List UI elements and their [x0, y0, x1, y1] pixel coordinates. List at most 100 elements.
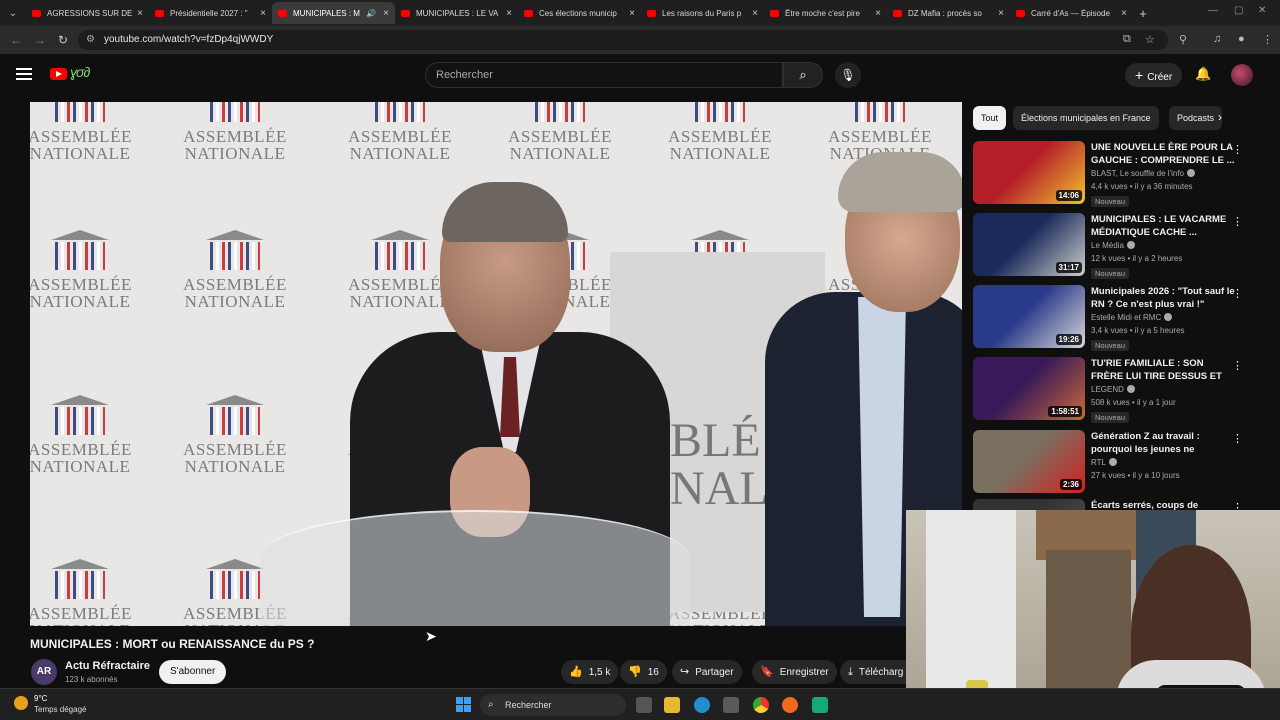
- firefox-browser-icon[interactable]: [782, 697, 798, 713]
- recommended-video[interactable]: Écarts serrés, coups de ⋮: [973, 499, 1273, 510]
- store-icon[interactable]: [723, 697, 739, 713]
- address-bar[interactable]: ⚙ youtube.com/watch?v=fzDp4qjWWDY: [78, 30, 1168, 50]
- video-thumbnail[interactable]: 31:17: [973, 213, 1085, 276]
- close-tab-icon[interactable]: ×: [998, 8, 1004, 19]
- site-info-icon[interactable]: ⚙: [86, 30, 95, 50]
- close-tab-icon[interactable]: ×: [137, 8, 143, 19]
- browser-menu-icon[interactable]: ⋮: [1262, 33, 1273, 46]
- video-thumbnail[interactable]: 14:06: [973, 141, 1085, 204]
- recommended-video-channel[interactable]: RTL: [1091, 458, 1117, 467]
- browser-tab[interactable]: Les raisons du Paris p ×: [641, 2, 764, 24]
- close-tab-icon[interactable]: ×: [629, 8, 635, 19]
- close-window-icon[interactable]: ✕: [1258, 5, 1266, 16]
- recommended-video-title[interactable]: Écarts serrés, coups de: [1091, 499, 1236, 510]
- recommended-video-title[interactable]: Génération Z au travail : pourquoi les j…: [1091, 430, 1236, 456]
- browser-tab[interactable]: Présidentielle 2027 : " ×: [149, 2, 272, 24]
- forward-icon[interactable]: →: [34, 33, 46, 47]
- recommended-video-channel[interactable]: LEGEND: [1091, 385, 1135, 394]
- bookmark-star-icon[interactable]: ☆: [1145, 33, 1155, 46]
- recommended-video[interactable]: 14:06 UNE NOUVELLE ÈRE POUR LA GAUCHE : C…: [973, 141, 1273, 207]
- close-tab-icon[interactable]: ×: [1121, 8, 1127, 19]
- download-button[interactable]: ⤓ Télécharg: [840, 660, 906, 684]
- recommended-video[interactable]: 2:36 Génération Z au travail : pourquoi l…: [973, 430, 1273, 496]
- chip-municipal-elections[interactable]: Élections municipales en France: [1013, 106, 1159, 130]
- browser-tab[interactable]: Ces élections municip ×: [518, 2, 641, 24]
- verified-icon: [1126, 385, 1135, 393]
- recommended-video-title[interactable]: MUNICIPALES : LE VACARME MÉDIATIQUE CACH…: [1091, 213, 1236, 239]
- recommended-video-channel[interactable]: BLAST, Le souffle de l'info: [1091, 169, 1195, 178]
- close-tab-icon[interactable]: ×: [260, 8, 266, 19]
- chevron-right-icon[interactable]: ›: [1218, 110, 1222, 124]
- windows-start-icon[interactable]: [456, 697, 471, 712]
- media-controls-icon[interactable]: ♫: [1213, 33, 1221, 45]
- youtube-logo[interactable]: [50, 68, 67, 80]
- browser-tab[interactable]: DZ Mafia : procès so ×: [887, 2, 1010, 24]
- channel-name[interactable]: Actu Réfractaire: [65, 660, 150, 672]
- weather-sun-icon[interactable]: [14, 696, 28, 710]
- sign-word: ASSEMBLÉE: [183, 440, 287, 459]
- more-options-icon[interactable]: ⋮: [1232, 501, 1243, 510]
- file-explorer-icon[interactable]: [664, 697, 680, 713]
- weather-description[interactable]: Temps dégagé: [34, 705, 86, 714]
- create-button[interactable]: + Créer: [1125, 63, 1183, 87]
- browser-tab[interactable]: Être moche c'est pire ×: [764, 2, 887, 24]
- close-tab-icon[interactable]: ×: [383, 8, 389, 19]
- video-thumbnail[interactable]: 1:58:51: [973, 357, 1085, 420]
- recommended-video-title[interactable]: UNE NOUVELLE ÈRE POUR LA GAUCHE : COMPRE…: [1091, 141, 1236, 167]
- youtube-doodle-logo[interactable]: ɣσ∂: [70, 64, 90, 80]
- more-options-icon[interactable]: ⋮: [1232, 143, 1243, 156]
- recommended-video-channel[interactable]: Estelle Midi et RMC: [1091, 313, 1173, 322]
- search-input[interactable]: Rechercher: [425, 62, 783, 88]
- share-button[interactable]: ↪ Partager: [672, 660, 742, 684]
- video-player[interactable]: ASSEMBLÉE NATIONALE ASSEMBLÉE NATIONALE ASSE…: [30, 102, 962, 626]
- account-avatar[interactable]: [1231, 64, 1253, 86]
- task-view-icon[interactable]: [636, 697, 652, 713]
- browser-tab[interactable]: Carré d'As — Épisode ×: [1010, 2, 1133, 24]
- browser-tab[interactable]: AGRESSIONS SUR DE ×: [26, 2, 149, 24]
- close-tab-icon[interactable]: ×: [752, 8, 758, 19]
- back-icon[interactable]: ←: [10, 33, 22, 47]
- browser-tab[interactable]: MUNICIPALES : LE VA ×: [395, 2, 518, 24]
- recommended-video-title[interactable]: Municipales 2026 : "Tout sauf le RN ? Ce…: [1091, 285, 1236, 311]
- recommended-video-title[interactable]: TU'RIE FAMILIALE : SON FRÈRE LUI TIRE DE…: [1091, 357, 1236, 383]
- tab-search-icon[interactable]: ⌄: [0, 0, 26, 26]
- maximize-icon[interactable]: ▢: [1234, 5, 1243, 16]
- notifications-bell-icon[interactable]: 🔔: [1195, 66, 1211, 82]
- recommended-video[interactable]: 1:58:51 TU'RIE FAMILIALE : SON FRÈRE LUI …: [973, 357, 1273, 423]
- app-icon[interactable]: [812, 697, 828, 713]
- taskbar-search[interactable]: ⌕ Rechercher: [480, 694, 626, 716]
- recommended-video[interactable]: 19:26 Municipales 2026 : "Tout sauf le RN…: [973, 285, 1273, 351]
- dislike-button[interactable]: 👎 16: [620, 660, 667, 684]
- extensions-icon[interactable]: ⚲: [1179, 33, 1187, 46]
- subscribe-button[interactable]: S'abonner: [159, 660, 227, 684]
- video-thumbnail[interactable]: [973, 499, 1085, 510]
- channel-avatar[interactable]: AR: [31, 659, 57, 685]
- chip-podcasts[interactable]: Podcasts: [1169, 106, 1223, 130]
- more-options-icon[interactable]: ⋮: [1232, 215, 1243, 228]
- cast-icon[interactable]: ⧉: [1123, 33, 1131, 46]
- weather-temperature[interactable]: 9°C: [34, 694, 47, 703]
- edge-browser-icon[interactable]: [694, 697, 710, 713]
- recommended-video-channel[interactable]: Le Média: [1091, 241, 1135, 250]
- chip-all[interactable]: Tout: [973, 106, 1007, 130]
- minimize-icon[interactable]: —: [1208, 5, 1218, 16]
- more-options-icon[interactable]: ⋮: [1232, 359, 1243, 372]
- search-button[interactable]: ⌕: [783, 62, 823, 88]
- recommended-video[interactable]: 31:17 MUNICIPALES : LE VACARME MÉDIATIQUE…: [973, 213, 1273, 279]
- more-options-icon[interactable]: ⋮: [1232, 287, 1243, 300]
- close-tab-icon[interactable]: ×: [875, 8, 881, 19]
- video-thumbnail[interactable]: 2:36: [973, 430, 1085, 493]
- audio-playing-icon[interactable]: 🔊: [366, 9, 376, 18]
- close-tab-icon[interactable]: ×: [506, 8, 512, 19]
- save-button[interactable]: 🔖 Enregistrer: [752, 660, 837, 684]
- like-button[interactable]: 👍 1,5 k: [561, 660, 619, 684]
- profile-icon[interactable]: ●: [1238, 33, 1245, 45]
- reload-icon[interactable]: ↻: [58, 33, 68, 47]
- voice-search-button[interactable]: 🎙: [835, 62, 861, 88]
- new-tab-button[interactable]: +: [1133, 6, 1153, 21]
- menu-icon[interactable]: [16, 68, 32, 80]
- chrome-browser-icon[interactable]: [753, 697, 769, 713]
- more-options-icon[interactable]: ⋮: [1232, 432, 1243, 445]
- video-thumbnail[interactable]: 19:26: [973, 285, 1085, 348]
- browser-tab[interactable]: MUNICIPALES : M 🔊 ×: [272, 2, 395, 24]
